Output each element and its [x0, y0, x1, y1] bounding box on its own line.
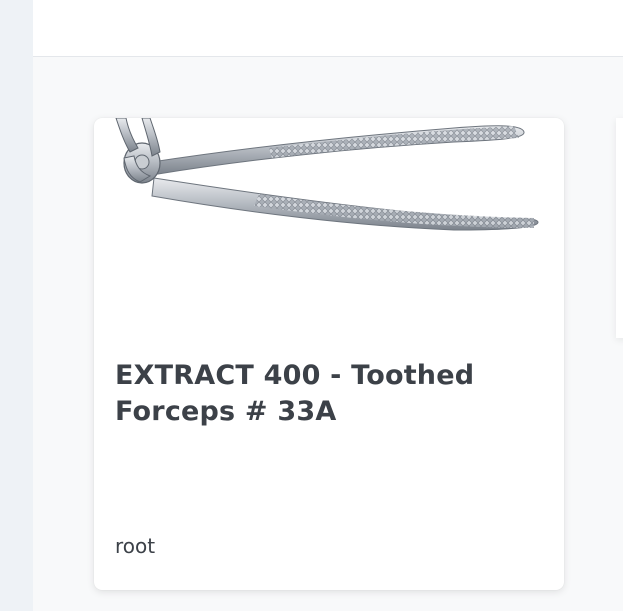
left-sidebar-strip — [0, 0, 33, 611]
top-header-bar — [33, 0, 623, 56]
product-title[interactable]: EXTRACT 400 - Toothed Forceps # 33A — [115, 358, 535, 430]
forceps-product-image[interactable] — [94, 118, 564, 288]
product-card[interactable]: EXTRACT 400 - Toothed Forceps # 33A root — [94, 118, 564, 590]
next-product-card-edge[interactable] — [616, 118, 623, 338]
product-category: root — [115, 534, 156, 558]
